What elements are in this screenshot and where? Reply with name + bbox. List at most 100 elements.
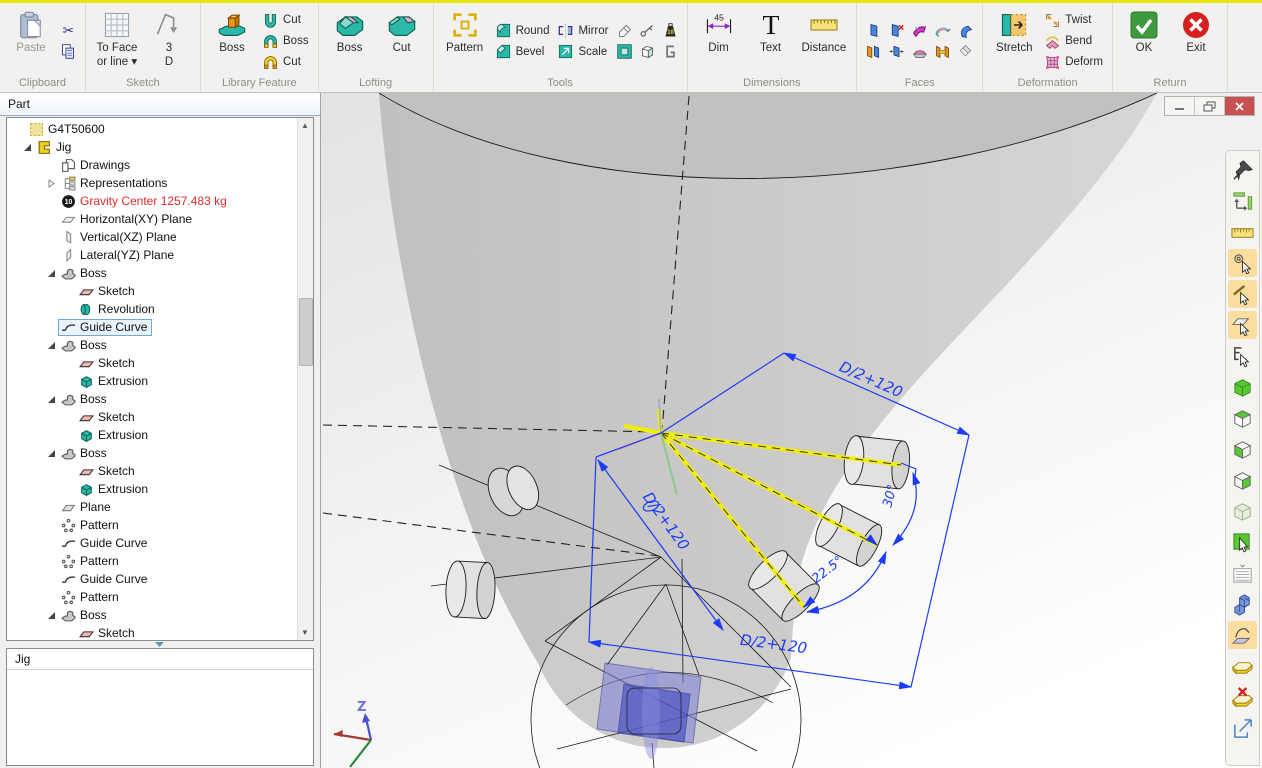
paste-button[interactable]: Paste — [6, 9, 56, 73]
pin-toolbar-button[interactable] — [1228, 156, 1257, 184]
tree-scrollbar[interactable]: ▲ ▼ — [297, 118, 313, 640]
to-face-or-line-button[interactable]: To Faceor line ▾ — [92, 9, 142, 73]
tree-item-revolution[interactable]: Revolution — [7, 300, 297, 318]
loft-boss-button[interactable]: Boss — [325, 9, 375, 73]
tree-item-boss[interactable]: Boss — [7, 336, 297, 354]
view-solid-button[interactable] — [1228, 373, 1257, 401]
tree-item-pattern[interactable]: Pattern — [7, 516, 297, 534]
tree-item-jig[interactable]: Jig — [7, 138, 297, 156]
expand-icon[interactable] — [45, 177, 58, 190]
scroll-down-icon[interactable]: ▼ — [298, 625, 312, 640]
exit-button[interactable]: Exit — [1171, 9, 1221, 73]
export-view-button[interactable] — [1228, 714, 1257, 742]
offset-faces-button[interactable] — [863, 42, 884, 62]
library-cut-arch-button[interactable]: Cut — [259, 52, 312, 72]
mirror-button[interactable]: Mirror — [554, 21, 611, 41]
select-surface-button[interactable] — [1228, 528, 1257, 556]
tree-item-boss[interactable]: Boss — [7, 444, 297, 462]
tree-item-extrusion[interactable]: Extrusion — [7, 372, 297, 390]
collapse-icon[interactable] — [45, 339, 58, 352]
library-boss-arch-button[interactable]: Boss — [259, 31, 312, 51]
bevel-button[interactable]: Bevel — [492, 42, 553, 62]
collapse-icon[interactable] — [45, 267, 58, 280]
extrude-tool-button[interactable] — [1228, 590, 1257, 618]
translate-face-button[interactable] — [886, 42, 907, 62]
scrollbar-thumb[interactable] — [299, 298, 313, 366]
round-button[interactable]: Round — [492, 21, 553, 41]
measure-button[interactable] — [637, 21, 658, 41]
collapse-icon[interactable] — [45, 609, 58, 622]
tree-item-gravity-center-1257-483-kg[interactable]: 10Gravity Center 1257.483 kg — [7, 192, 297, 210]
solid-cube-button[interactable] — [637, 42, 658, 62]
tree-item-plane[interactable]: Plane — [7, 498, 297, 516]
twist-button[interactable]: Twist — [1041, 10, 1106, 30]
curve-on-plane-button[interactable] — [1228, 621, 1257, 649]
select-edge-button[interactable] — [1228, 280, 1257, 308]
distance-button[interactable]: Distance — [798, 9, 851, 73]
sketch-3d-button[interactable]: 3D — [144, 9, 194, 73]
move-axes-button[interactable] — [1228, 187, 1257, 215]
restore-button[interactable] — [1195, 97, 1225, 115]
minimize-button[interactable] — [1165, 97, 1195, 115]
scale-button[interactable]: Scale — [554, 42, 611, 62]
tree-item-g4t50600[interactable]: G4T50600 — [7, 120, 297, 138]
tree-item-representations[interactable]: Representations — [7, 174, 297, 192]
tree-item-extrusion[interactable]: Extrusion — [7, 426, 297, 444]
collapse-icon[interactable] — [45, 447, 58, 460]
tree-item-sketch[interactable]: Sketch — [7, 354, 297, 372]
view-top-face-button[interactable] — [1228, 404, 1257, 432]
dome-face-button[interactable] — [909, 42, 930, 62]
stretch-button[interactable]: Stretch — [989, 9, 1039, 73]
view-right-face-button[interactable] — [1228, 466, 1257, 494]
tree-item-extrusion[interactable]: Extrusion — [7, 480, 297, 498]
frame-button[interactable] — [614, 42, 635, 62]
scene-3d[interactable]: D/2+120 D/2+120 D/2+120 30° 22.5° Z — [321, 93, 1262, 768]
tree-item-horizontal-xy-plane[interactable]: Horizontal(XY) Plane — [7, 210, 297, 228]
deform-button[interactable]: Deform — [1041, 52, 1106, 72]
view-shaded-button[interactable] — [1228, 497, 1257, 525]
tree-item-boss[interactable]: Boss — [7, 264, 297, 282]
cut-clipboard-button[interactable]: ✂ — [58, 21, 79, 41]
tree-item-guide-curve[interactable]: Guide Curve — [7, 318, 297, 336]
tree-item-guide-curve[interactable]: Guide Curve — [7, 570, 297, 588]
tree-item-sketch[interactable]: Sketch — [7, 408, 297, 426]
tree-item-vertical-xz-plane[interactable]: Vertical(XZ) Plane — [7, 228, 297, 246]
viewport-3d[interactable]: D/2+120 D/2+120 D/2+120 30° 22.5° Z — [321, 93, 1262, 768]
tree-item-boss[interactable]: Boss — [7, 390, 297, 408]
tree-item-drawings[interactable]: Drawings — [7, 156, 297, 174]
close-button[interactable] — [1225, 97, 1254, 115]
bend-face-button[interactable] — [932, 21, 953, 41]
eraser-button[interactable] — [614, 21, 635, 41]
select-face-button[interactable] — [1228, 311, 1257, 339]
frame-faces-button[interactable] — [932, 42, 953, 62]
slab-tool-button[interactable] — [1228, 652, 1257, 680]
scroll-up-icon[interactable]: ▲ — [298, 118, 312, 133]
ruler-button[interactable] — [1228, 218, 1257, 246]
delete-slab-button[interactable] — [1228, 683, 1257, 711]
swing-face-button[interactable] — [955, 21, 976, 41]
pattern-button[interactable]: Pattern — [440, 9, 490, 73]
twist-face-button[interactable] — [909, 21, 930, 41]
weight-button[interactable]: 10 — [660, 21, 681, 41]
tree-item-pattern[interactable]: Pattern — [7, 552, 297, 570]
text-button[interactable]: TText — [746, 9, 796, 73]
collapse-icon[interactable] — [21, 141, 34, 154]
select-feature-button[interactable] — [1228, 342, 1257, 370]
tree-item-sketch[interactable]: Sketch — [7, 462, 297, 480]
tree-item-lateral-yz-plane[interactable]: Lateral(YZ) Plane — [7, 246, 297, 264]
list-menu-button[interactable] — [1228, 559, 1257, 587]
tree-item-boss[interactable]: Boss — [7, 606, 297, 624]
tree-item-sketch[interactable]: Sketch — [7, 624, 297, 641]
loft-cut-button[interactable]: Cut — [377, 9, 427, 73]
copy-button[interactable] — [58, 42, 79, 62]
feature-tree[interactable]: G4T50600JigDrawingsRepresentations10Grav… — [6, 117, 314, 641]
erase-face-button[interactable] — [955, 42, 976, 62]
library-boss-button[interactable]: Boss — [207, 9, 257, 73]
delete-face-button[interactable] — [886, 21, 907, 41]
library-cut-button[interactable]: Cut — [259, 10, 312, 30]
select-point-button[interactable] — [1228, 249, 1257, 277]
ok-button[interactable]: OK — [1119, 9, 1169, 73]
bend-button[interactable]: Bend — [1041, 31, 1106, 51]
tree-item-guide-curve[interactable]: Guide Curve — [7, 534, 297, 552]
tree-item-pattern[interactable]: Pattern — [7, 588, 297, 606]
